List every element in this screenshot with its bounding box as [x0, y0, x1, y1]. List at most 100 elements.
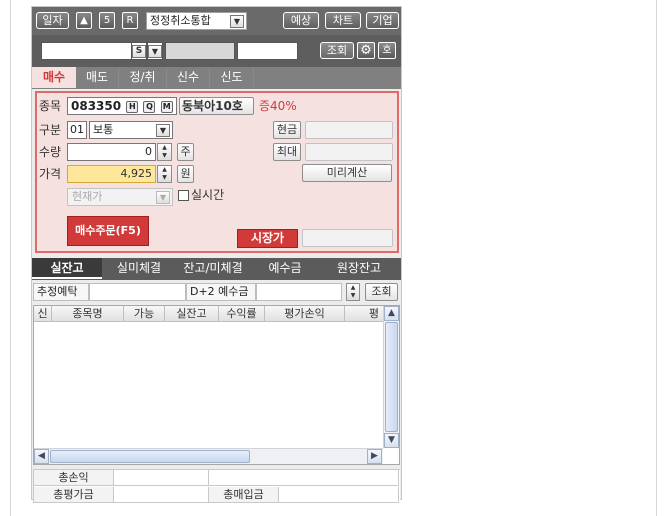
search-icon[interactable]: Q [143, 100, 156, 113]
cash-button[interactable]: 현금 [273, 121, 301, 139]
col-return-rate[interactable]: 수익률 [219, 306, 265, 321]
tab-ledger-balance[interactable]: 원장잔고 [320, 258, 398, 279]
total-eval-value [114, 487, 209, 503]
stepper-down-icon[interactable]: ▼ [158, 152, 171, 160]
d2-deposit-label: D+2 예수금 [186, 283, 256, 301]
tab-balance-unfilled[interactable]: 잔고/미체결 [176, 258, 250, 279]
won-unit-button[interactable]: 원 [177, 165, 194, 183]
account-name-field [165, 42, 235, 60]
col-eval-pl[interactable]: 평가손익 [265, 306, 345, 321]
buy-order-form: 종목 083350 H Q M 동북아10호 증40% 구분 01 보통 ▼ 현… [35, 91, 399, 253]
quantity-stepper[interactable]: ▲ ▼ [157, 143, 172, 161]
margin-rate: 증40% [259, 99, 297, 113]
tab-deposit[interactable]: 예수금 [252, 258, 318, 279]
chart-button[interactable]: 차트 [325, 12, 361, 29]
tab-credit-sell[interactable]: 신도 [210, 67, 254, 88]
price-type-select[interactable]: 현재가 ▼ [67, 188, 173, 206]
scroll-up-icon[interactable]: ▲ [384, 306, 399, 321]
stock-name-button[interactable]: 동북아10호 [179, 97, 254, 115]
date-button[interactable]: 일자 [36, 12, 69, 29]
type-value: 보통 [93, 123, 114, 136]
tab-modify-cancel[interactable]: 정/취 [119, 67, 167, 88]
account-bar: S ▼ 조회 ⚙ 호 [32, 35, 401, 67]
col-eval-cut[interactable]: 평 [345, 306, 383, 321]
max-field [305, 143, 393, 161]
balance-grid: 신 종목명 가능 실잔고 수익률 평가손익 평 ▲ ▼ ◀ ▶ [33, 305, 400, 465]
scroll-left-icon[interactable]: ◀ [34, 449, 49, 464]
estimated-deposit-value [89, 283, 186, 301]
balance-query-button[interactable]: 조회 [365, 283, 398, 301]
up-arrow-icon[interactable]: ▲ [76, 12, 92, 29]
summary-empty-cell [209, 470, 399, 486]
col-stock-name[interactable]: 종목명 [52, 306, 124, 321]
stepper-up-icon[interactable]: ▲ [158, 144, 171, 152]
mode-select[interactable]: 정정취소통합 ▼ [146, 12, 247, 30]
col-credit[interactable]: 신 [34, 306, 52, 321]
summary-table: 총손익 총평가금 총매입금 [33, 469, 400, 503]
stepper-down-icon[interactable]: ▼ [158, 174, 171, 182]
share-unit-button[interactable]: 주 [177, 143, 194, 161]
h-button[interactable]: H [126, 100, 139, 113]
account-s-toggle[interactable]: S [131, 42, 147, 60]
stock-code-field[interactable]: 083350 H Q M [67, 97, 177, 115]
s-button[interactable]: 5 [99, 12, 115, 29]
realtime-checkbox[interactable] [178, 190, 189, 201]
market-price-button[interactable]: 시장가 [237, 229, 298, 248]
chevron-down-icon[interactable]: ▼ [156, 124, 170, 137]
buy-order-button[interactable]: 매수주문(F5) [67, 216, 149, 246]
horizontal-scroll-thumb[interactable] [50, 450, 250, 463]
stock-label: 종목 [39, 99, 62, 113]
scroll-right-icon[interactable]: ▶ [367, 449, 382, 464]
mode-select-value: 정정취소통합 [150, 14, 211, 27]
order-tabs: 매수 매도 정/취 신수 신도 [32, 67, 401, 89]
stepper-down-icon[interactable]: ▼ [347, 292, 359, 300]
vertical-scroll-thumb[interactable] [385, 322, 398, 432]
tab-sell[interactable]: 매도 [76, 67, 119, 88]
order-window: 일자 ▲ 5 R 정정취소통합 ▼ 예상 차트 기업 S ▼ 조회 ⚙ 호 매수… [31, 6, 402, 503]
vertical-scrollbar[interactable]: ▲ ▼ [383, 306, 399, 448]
stepper-up-icon[interactable]: ▲ [347, 284, 359, 292]
max-button[interactable]: 최대 [273, 143, 301, 161]
type-select[interactable]: 보통 ▼ [89, 121, 173, 139]
account-number-field[interactable] [41, 42, 132, 60]
query-button[interactable]: 조회 [320, 42, 354, 59]
d2-deposit-value [256, 283, 342, 301]
grid-header: 신 종목명 가능 실잔고 수익률 평가손익 평 [34, 306, 383, 322]
total-eval-label: 총평가금 [34, 487, 114, 503]
stepper-up-icon[interactable]: ▲ [158, 166, 171, 174]
call-button[interactable]: 호 [378, 42, 396, 59]
tab-buy[interactable]: 매수 [32, 67, 76, 88]
total-buy-label: 총매입금 [209, 487, 279, 503]
stock-code: 083350 [71, 99, 122, 113]
total-pl-value [114, 470, 209, 486]
r-button[interactable]: R [122, 12, 138, 29]
tab-unfilled[interactable]: 실미체결 [104, 258, 174, 279]
preview-calc-button[interactable]: 미리계산 [302, 164, 392, 182]
top-toolbar: 일자 ▲ 5 R 정정취소통합 ▼ 예상 차트 기업 [32, 7, 401, 35]
type-code[interactable]: 01 [67, 121, 87, 139]
account-dropdown[interactable]: ▼ [147, 42, 163, 60]
price-stepper[interactable]: ▲ ▼ [157, 165, 172, 183]
horizontal-scrollbar[interactable]: ◀ ▶ [34, 448, 383, 464]
m-button[interactable]: M [160, 100, 173, 113]
realtime-label: 실시간 [191, 188, 225, 202]
s-label: S [132, 45, 146, 58]
chevron-down-icon[interactable]: ▼ [156, 191, 170, 204]
deposit-stepper[interactable]: ▲ ▼ [346, 283, 360, 301]
quantity-field[interactable]: 0 [67, 143, 156, 161]
gear-icon[interactable]: ⚙ [357, 42, 375, 59]
chevron-down-icon[interactable]: ▼ [230, 15, 244, 28]
type-label: 구분 [39, 123, 62, 137]
total-pl-label: 총손익 [34, 470, 114, 486]
tab-real-balance[interactable]: 실잔고 [32, 258, 102, 279]
scroll-down-icon[interactable]: ▼ [384, 433, 399, 448]
price-field[interactable]: 4,925 [67, 165, 156, 183]
col-real-balance[interactable]: 실잔고 [165, 306, 219, 321]
tab-credit-buy[interactable]: 신수 [167, 67, 210, 88]
col-available[interactable]: 가능 [124, 306, 165, 321]
cash-field [305, 121, 393, 139]
deposit-row: 추정예탁 D+2 예수금 ▲ ▼ 조회 [33, 283, 400, 303]
password-field[interactable] [237, 42, 298, 60]
company-button[interactable]: 기업 [366, 12, 399, 29]
forecast-button[interactable]: 예상 [283, 12, 319, 29]
